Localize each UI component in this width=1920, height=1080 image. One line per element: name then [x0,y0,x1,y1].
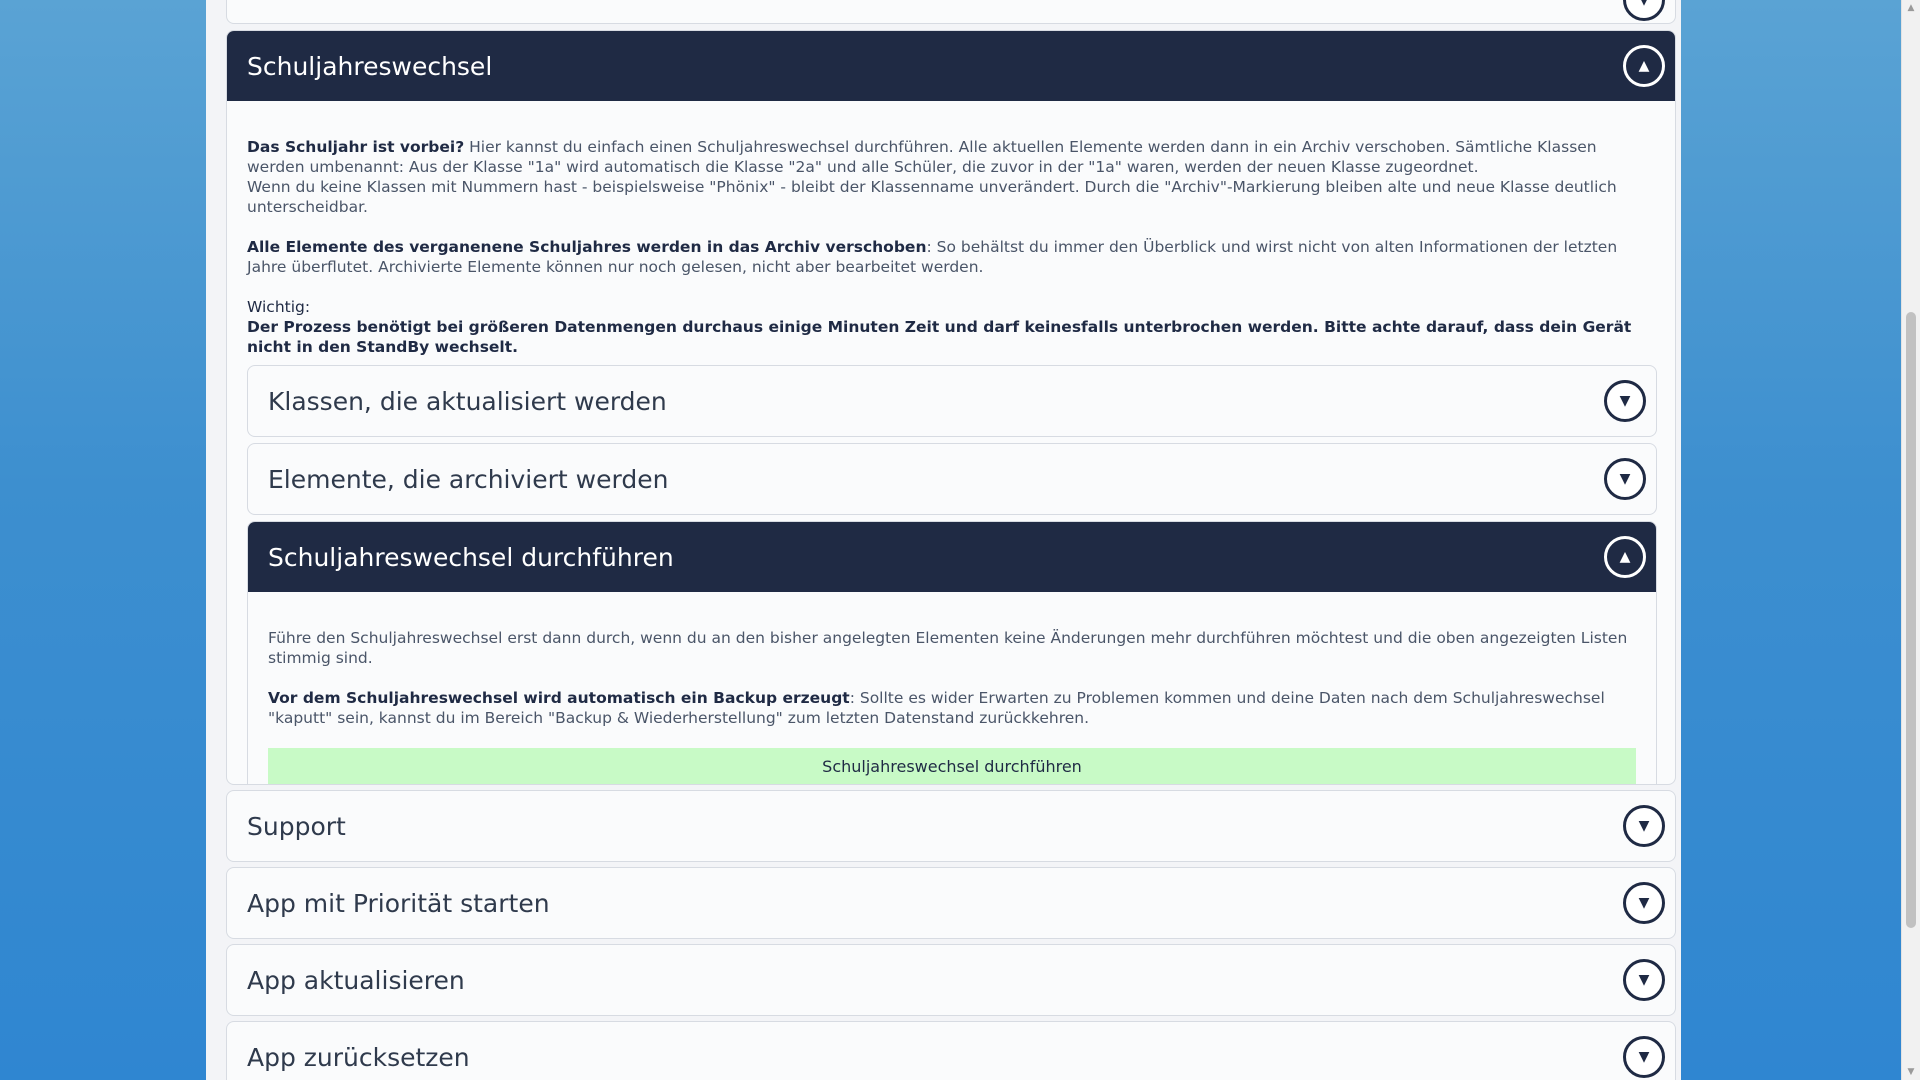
intro-paragraph: Das Schuljahr ist vorbei? Hier kannst du… [247,137,1655,217]
archive-bold: Alle Elemente des verganenene Schuljahre… [247,238,927,256]
klassen-header[interactable]: Klassen, die aktualisiert werden ▼ [248,366,1656,436]
important-text: Der Prozess benötigt bei größeren Datenm… [247,318,1632,356]
zuruecksetzen-header[interactable]: App zurücksetzen ▼ [227,1022,1675,1080]
schuljahreswechsel-header[interactable]: Schuljahreswechsel ▲ [227,31,1675,101]
collapse-icon[interactable]: ▲ [1623,45,1665,87]
aktualisieren-panel: App aktualisieren ▼ [226,944,1676,1016]
expand-icon[interactable]: ▼ [1623,1036,1665,1078]
backup-paragraph: Vor dem Schuljahreswechsel wird automati… [268,688,1636,728]
scroll-up-arrow-icon[interactable]: ▲ [1902,0,1920,16]
aktualisieren-title: App aktualisieren [247,965,465,995]
expand-icon[interactable]: ▼ [1623,959,1665,1001]
expand-icon[interactable]: ▼ [1623,0,1665,21]
prioritaet-title: App mit Priorität starten [247,888,550,918]
archive-paragraph: Alle Elemente des verganenene Schuljahre… [247,237,1655,277]
zuruecksetzen-panel: App zurücksetzen ▼ [226,1021,1676,1080]
durchfuehren-title: Schuljahreswechsel durchführen [268,542,674,572]
expand-icon[interactable]: ▼ [1623,805,1665,847]
expand-icon[interactable]: ▼ [1604,380,1646,422]
support-title: Support [247,811,346,841]
klassen-accordion: Klassen, die aktualisiert werden ▼ [247,365,1657,437]
durchfuehren-accordion: Schuljahreswechsel durchführen ▲ Führe d… [247,521,1657,784]
backup-bold: Vor dem Schuljahreswechsel wird automati… [268,689,850,707]
elemente-title: Elemente, die archiviert werden [268,464,669,494]
elemente-header[interactable]: Elemente, die archiviert werden ▼ [248,444,1656,514]
klassen-title: Klassen, die aktualisiert werden [268,386,667,416]
prioritaet-panel: App mit Priorität starten ▼ [226,867,1676,939]
important-label: Wichtig: [247,298,311,316]
schuljahreswechsel-title: Schuljahreswechsel [247,51,493,81]
durchfuehren-body: Führe den Schuljahreswechsel erst dann d… [248,592,1656,784]
zuruecksetzen-title: App zurücksetzen [247,1042,470,1072]
elemente-accordion: Elemente, die archiviert werden ▼ [247,443,1657,515]
run-schuljahreswechsel-button[interactable]: Schuljahreswechsel durchführen [268,748,1636,784]
intro-bold: Das Schuljahr ist vorbei? [247,138,465,156]
schuljahreswechsel-description: Das Schuljahr ist vorbei? Hier kannst du… [227,101,1675,357]
previous-section-panel: ▼ [226,0,1676,24]
intro-line2: Wenn du keine Klassen mit Nummern hast -… [247,178,1617,216]
vertical-scrollbar[interactable]: ▲ ▼ [1901,0,1920,1080]
aktualisieren-header[interactable]: App aktualisieren ▼ [227,945,1675,1015]
durchfuehren-header[interactable]: Schuljahreswechsel durchführen ▲ [248,522,1656,592]
support-panel: Support ▼ [226,790,1676,862]
expand-icon[interactable]: ▼ [1604,458,1646,500]
schuljahreswechsel-panel: Schuljahreswechsel ▲ Das Schuljahr ist v… [226,30,1676,785]
support-header[interactable]: Support ▼ [227,791,1675,861]
scrollbar-thumb[interactable] [1906,312,1916,928]
scroll-down-arrow-icon[interactable]: ▼ [1902,1064,1920,1080]
important-paragraph: Wichtig: Der Prozess benötigt bei größer… [247,297,1655,357]
run-paragraph: Führe den Schuljahreswechsel erst dann d… [268,629,1628,667]
expand-icon[interactable]: ▼ [1623,882,1665,924]
prioritaet-header[interactable]: App mit Priorität starten ▼ [227,868,1675,938]
collapse-icon[interactable]: ▲ [1604,536,1646,578]
